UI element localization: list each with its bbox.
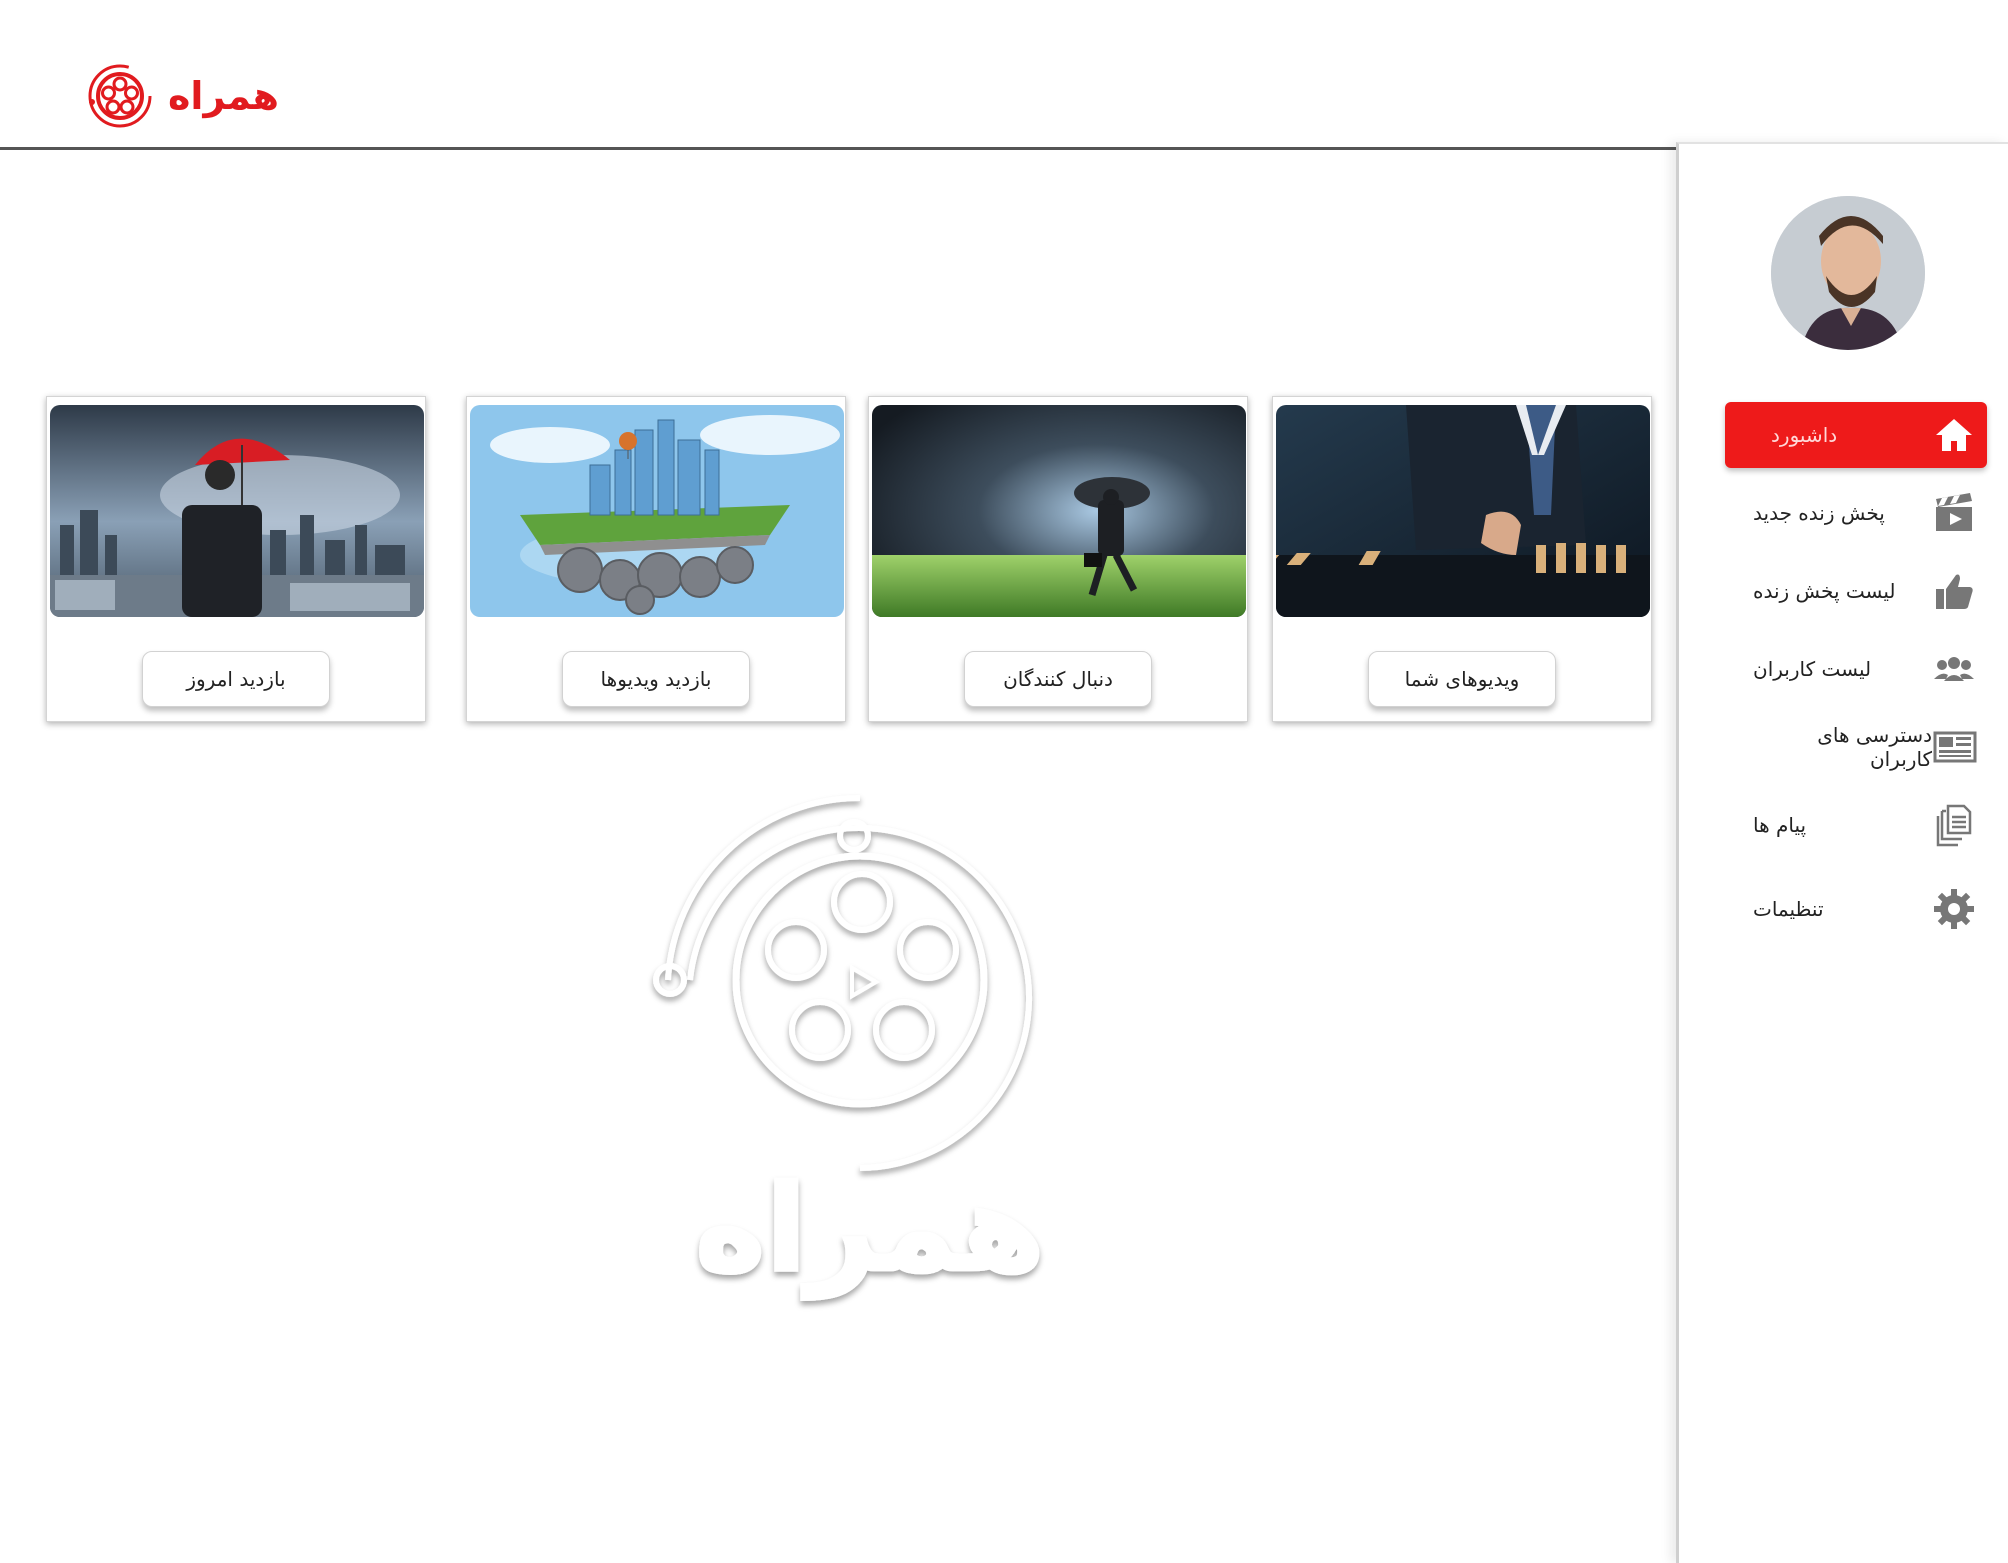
sidebar-item-label: دسترسی های کاربران bbox=[1817, 723, 1933, 771]
video-views-button[interactable]: بازدید ویدیوها bbox=[562, 651, 750, 707]
film-reel-icon bbox=[88, 64, 152, 128]
sidebar-item-live-list[interactable]: لیست پخش زنده bbox=[1725, 558, 1987, 624]
brand-logo[interactable]: همراه bbox=[86, 62, 281, 130]
thumbs-up-icon bbox=[1931, 568, 1977, 614]
card-image-gears-city bbox=[470, 405, 844, 617]
user-access-icon bbox=[1932, 724, 1977, 770]
watermark-brand-name: همراه bbox=[695, 1160, 1045, 1299]
card-today-visits: بازدید امروز bbox=[46, 396, 426, 722]
user-avatar[interactable] bbox=[1771, 196, 1925, 350]
sidebar-item-label: لیست کاربران bbox=[1753, 657, 1872, 681]
sidebar-item-user-access[interactable]: دسترسی های کاربران bbox=[1725, 714, 1987, 780]
sidebar-item-label: پخش زنده جدید bbox=[1753, 501, 1885, 525]
sidebar-item-label: داشبورد bbox=[1771, 423, 1838, 447]
watermark-logo: همراه bbox=[600, 790, 1140, 1350]
card-image-dominoes bbox=[1276, 405, 1650, 617]
top-header: همراه bbox=[0, 0, 2008, 150]
sidebar-item-label: پیام ها bbox=[1753, 813, 1807, 837]
sidebar-menu: داشبورد پخش زنده جدید لیست پخش زنده لیست… bbox=[1725, 402, 1987, 954]
today-visits-button[interactable]: بازدید امروز bbox=[142, 651, 330, 707]
documents-icon bbox=[1931, 802, 1977, 848]
card-your-videos: ویدیوهای شما bbox=[1272, 396, 1652, 722]
sidebar-item-new-live[interactable]: پخش زنده جدید bbox=[1725, 480, 1987, 546]
card-image-storm bbox=[872, 405, 1246, 617]
clapperboard-icon bbox=[1931, 490, 1977, 536]
sidebar: داشبورد پخش زنده جدید لیست پخش زنده لیست… bbox=[1676, 142, 2008, 1563]
header-divider bbox=[0, 147, 1676, 150]
sidebar-item-label: لیست پخش زنده bbox=[1753, 579, 1896, 603]
gear-icon bbox=[1931, 886, 1977, 932]
sidebar-item-settings[interactable]: تنظیمات bbox=[1725, 876, 1987, 942]
card-video-views: بازدید ویدیوها bbox=[466, 396, 846, 722]
card-followers: دنبال کنندگان bbox=[868, 396, 1248, 722]
sidebar-item-label: تنظیمات bbox=[1753, 897, 1824, 921]
sidebar-item-messages[interactable]: پیام ها bbox=[1725, 792, 1987, 858]
brand-name: همراه bbox=[168, 74, 281, 118]
card-image-umbrella bbox=[50, 405, 424, 617]
followers-button[interactable]: دنبال کنندگان bbox=[964, 651, 1152, 707]
stats-cards: بازدید امروز بازدید ویدیوها دنبال کنندگا… bbox=[46, 396, 1654, 722]
your-videos-button[interactable]: ویدیوهای شما bbox=[1368, 651, 1556, 707]
sidebar-item-users-list[interactable]: لیست کاربران bbox=[1725, 636, 1987, 702]
sidebar-item-dashboard[interactable]: داشبورد bbox=[1725, 402, 1987, 468]
home-icon bbox=[1931, 412, 1977, 458]
users-icon bbox=[1931, 646, 1977, 692]
